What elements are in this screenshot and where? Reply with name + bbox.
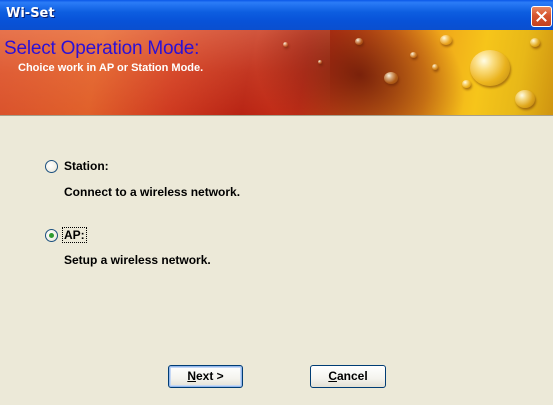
water-drop-decoration <box>384 72 398 84</box>
window-title: Wi-Set <box>6 6 55 21</box>
water-drop-decoration <box>432 64 438 70</box>
water-drop-decoration <box>515 90 535 108</box>
page-heading: Select Operation Mode: <box>4 38 200 59</box>
close-icon <box>536 11 547 22</box>
water-drop-decoration <box>470 50 510 86</box>
next-label-rest: ext > <box>195 369 224 383</box>
water-drop-decoration <box>462 80 471 88</box>
water-drop-decoration <box>410 52 417 58</box>
ap-option[interactable]: AP: <box>45 226 87 244</box>
water-drop-decoration <box>440 35 452 45</box>
water-drop-decoration <box>318 60 322 64</box>
station-radio[interactable] <box>45 159 58 173</box>
cancel-mnemonic: C <box>328 369 337 383</box>
station-description: Connect to a wireless network. <box>64 185 241 199</box>
close-button[interactable] <box>531 6 552 27</box>
ap-radio[interactable] <box>45 228 58 242</box>
next-mnemonic: N <box>187 369 196 383</box>
station-label[interactable]: Station: <box>63 159 110 173</box>
water-drop-decoration <box>283 42 288 47</box>
cancel-label-rest: ancel <box>336 369 368 383</box>
wi-set-window: Wi-Set Select Operation Mode: Choice wor… <box>0 0 553 405</box>
water-drop-decoration <box>355 38 363 45</box>
station-option[interactable]: Station: <box>45 157 110 175</box>
water-drop-decoration <box>530 38 540 47</box>
ap-label[interactable]: AP: <box>62 227 87 243</box>
mode-selection-panel: Station: Connect to a wireless network. … <box>0 116 553 405</box>
ap-description: Setup a wireless network. <box>64 253 211 267</box>
page-subheading: Choice work in AP or Station Mode. <box>18 62 204 74</box>
cancel-button[interactable]: Cancel <box>310 365 386 388</box>
next-button[interactable]: Next > <box>168 365 243 388</box>
header-banner: Select Operation Mode: Choice work in AP… <box>0 30 553 115</box>
title-bar[interactable]: Wi-Set <box>0 0 553 30</box>
